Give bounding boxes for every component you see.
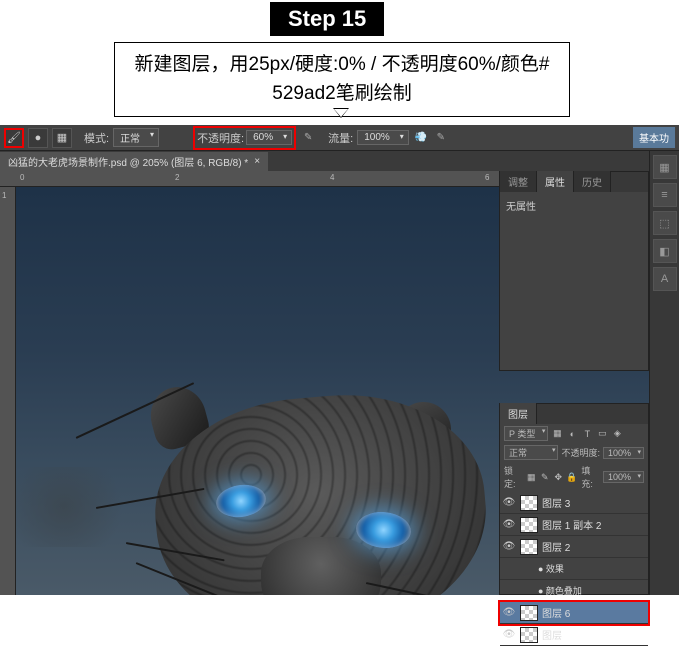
color-icon[interactable]: ◧ <box>653 239 677 263</box>
document-tab-bar: 凶猛的大老虎场景制作.psd @ 205% (图层 6, RGB/8) * × <box>0 151 679 171</box>
options-bar: 🖌 ● ▦ 模式: 正常 不透明度: 60% ✎ 流量: 100% 💨 ✎ 基本… <box>0 125 679 151</box>
layer-opacity-dropdown[interactable]: 100% <box>603 447 644 459</box>
ruler-mark: 0 <box>20 173 24 182</box>
ruler-mark: 1 <box>2 191 6 200</box>
flow-group: 流量: 100% <box>328 130 409 146</box>
tiger-snout <box>261 537 381 595</box>
layer-row[interactable]: 👁 图层 2 <box>500 536 648 558</box>
swatches-icon[interactable]: ▦ <box>653 155 677 179</box>
document-title: 凶猛的大老虎场景制作.psd @ 205% (图层 6, RGB/8) * <box>8 154 248 169</box>
layer-row[interactable]: ● 效果 <box>500 558 648 580</box>
properties-panel-tabs: 调整 属性 历史 <box>500 172 648 192</box>
flow-label: 流量: <box>328 130 353 146</box>
layer-list: 👁 图层 3 👁 图层 1 副本 2 👁 图层 2 ● 效果 ● 颜色叠加 👁 图层 6 👁 图层 <box>500 492 648 646</box>
layer-kind-dropdown[interactable]: P 类型 <box>504 426 548 441</box>
tab-layers[interactable]: 图层 <box>500 403 537 424</box>
tab-properties[interactable]: 属性 <box>537 171 574 192</box>
layer-thumbnail[interactable] <box>520 517 538 533</box>
layers-panel-tabs: 图层 <box>500 404 648 424</box>
brush-preset-icon[interactable]: ● <box>28 128 48 148</box>
pressure-opacity-icon[interactable]: ✎ <box>300 130 316 146</box>
visibility-icon[interactable]: 👁 <box>502 629 516 640</box>
right-dock-strip: ▦ ≡ ⬚ ◧ A <box>649 151 679 595</box>
layer-name: 图层 <box>542 627 646 642</box>
layer-row[interactable]: 👁 图层 1 副本 2 <box>500 514 648 536</box>
brush-tool-icon[interactable]: 🖌 <box>4 128 24 148</box>
close-tab-icon[interactable]: × <box>254 156 260 167</box>
flow-dropdown[interactable]: 100% <box>357 130 409 145</box>
opacity-group: 不透明度: 60% <box>193 126 296 150</box>
layer-row[interactable]: 👁 图层 <box>500 624 648 646</box>
filter-pixel-icon[interactable]: ▦ <box>551 428 563 440</box>
pressure-size-icon[interactable]: ✎ <box>433 130 449 146</box>
layer-effect-name: ● 效果 <box>520 562 646 575</box>
layer-thumbnail[interactable] <box>520 605 538 621</box>
fill-dropdown[interactable]: 100% <box>603 471 644 483</box>
instruction-text: 新建图层，用25px/硬度:0% / 不透明度60%/颜色# 529ad2笔刷绘… <box>135 54 550 104</box>
layer-thumbnail[interactable] <box>520 539 538 555</box>
fill-label: 填充: <box>581 464 601 490</box>
filter-type-icon[interactable]: T <box>581 428 593 440</box>
ruler-mark: 4 <box>330 173 334 182</box>
instruction-box: 新建图层，用25px/硬度:0% / 不透明度60%/颜色# 529ad2笔刷绘… <box>114 42 570 117</box>
document-tab[interactable]: 凶猛的大老虎场景制作.psd @ 205% (图层 6, RGB/8) * × <box>0 152 268 171</box>
styles-icon[interactable]: ⬚ <box>653 211 677 235</box>
step-badge: Step 15 <box>270 2 384 36</box>
layer-row[interactable]: 👁 图层 3 <box>500 492 648 514</box>
layer-blend-dropdown[interactable]: 正常 <box>504 445 558 460</box>
workspace-button[interactable]: 基本功 <box>633 127 675 148</box>
airbrush-icon[interactable]: 💨 <box>413 130 429 146</box>
layer-lock-row: 锁定: ▦ ✎ ✥ 🔒 填充: 100% <box>500 462 648 492</box>
mode-label: 模式: <box>84 130 109 146</box>
layer-filter-row: P 类型 ▦ ◐ T ▭ ◈ <box>500 424 648 443</box>
lock-trans-icon[interactable]: ▦ <box>526 471 537 483</box>
photoshop-window: 🖌 ● ▦ 模式: 正常 不透明度: 60% ✎ 流量: 100% 💨 ✎ 基本… <box>0 125 679 595</box>
layer-thumbnail[interactable] <box>520 495 538 511</box>
properties-panel: 调整 属性 历史 无属性 <box>499 171 649 371</box>
layer-name: 图层 3 <box>542 495 646 510</box>
layer-row[interactable]: ● 颜色叠加 <box>500 580 648 602</box>
lock-pixel-icon[interactable]: ✎ <box>539 471 550 483</box>
layer-name: 图层 1 副本 2 <box>542 517 646 532</box>
visibility-icon[interactable]: 👁 <box>502 541 516 552</box>
blend-mode-group: 模式: 正常 <box>84 128 159 147</box>
brush-panel-icon[interactable]: ▦ <box>52 128 72 148</box>
visibility-icon[interactable]: 👁 <box>502 519 516 530</box>
visibility-icon[interactable]: 👁 <box>502 607 516 618</box>
layer-opacity-label: 不透明度: <box>561 446 600 459</box>
layer-name: 图层 2 <box>542 539 646 554</box>
mode-dropdown[interactable]: 正常 <box>113 128 159 147</box>
lock-pos-icon[interactable]: ✥ <box>552 471 563 483</box>
opacity-label: 不透明度: <box>197 130 244 146</box>
layer-name: 图层 6 <box>542 605 646 620</box>
ruler-vertical: 1 <box>0 187 16 595</box>
filter-shape-icon[interactable]: ▭ <box>596 428 608 440</box>
ruler-mark: 6 <box>485 173 489 182</box>
layers-panel: 图层 P 类型 ▦ ◐ T ▭ ◈ 正常 不透明度: 100% 锁定: ▦ ✎ … <box>499 403 649 595</box>
ruler-mark: 2 <box>175 173 179 182</box>
lock-label: 锁定: <box>504 464 524 490</box>
history-icon[interactable]: ≡ <box>653 183 677 207</box>
layer-effect-name: ● 颜色叠加 <box>520 584 646 597</box>
visibility-icon[interactable]: 👁 <box>502 497 516 508</box>
properties-body: 无属性 <box>500 192 648 219</box>
layer-row[interactable]: 👁 图层 6 <box>500 602 648 624</box>
tab-adjustments[interactable]: 调整 <box>500 171 537 192</box>
layer-blend-row: 正常 不透明度: 100% <box>500 443 648 462</box>
tab-history[interactable]: 历史 <box>574 171 611 192</box>
layer-thumbnail[interactable] <box>520 627 538 643</box>
lock-all-icon[interactable]: 🔒 <box>566 471 577 483</box>
character-icon[interactable]: A <box>653 267 677 291</box>
arrow-down-icon <box>333 108 349 118</box>
tiger-artwork <box>66 367 526 595</box>
filter-adjust-icon[interactable]: ◐ <box>566 428 578 440</box>
filter-smart-icon[interactable]: ◈ <box>611 428 623 440</box>
opacity-dropdown[interactable]: 60% <box>246 130 292 145</box>
